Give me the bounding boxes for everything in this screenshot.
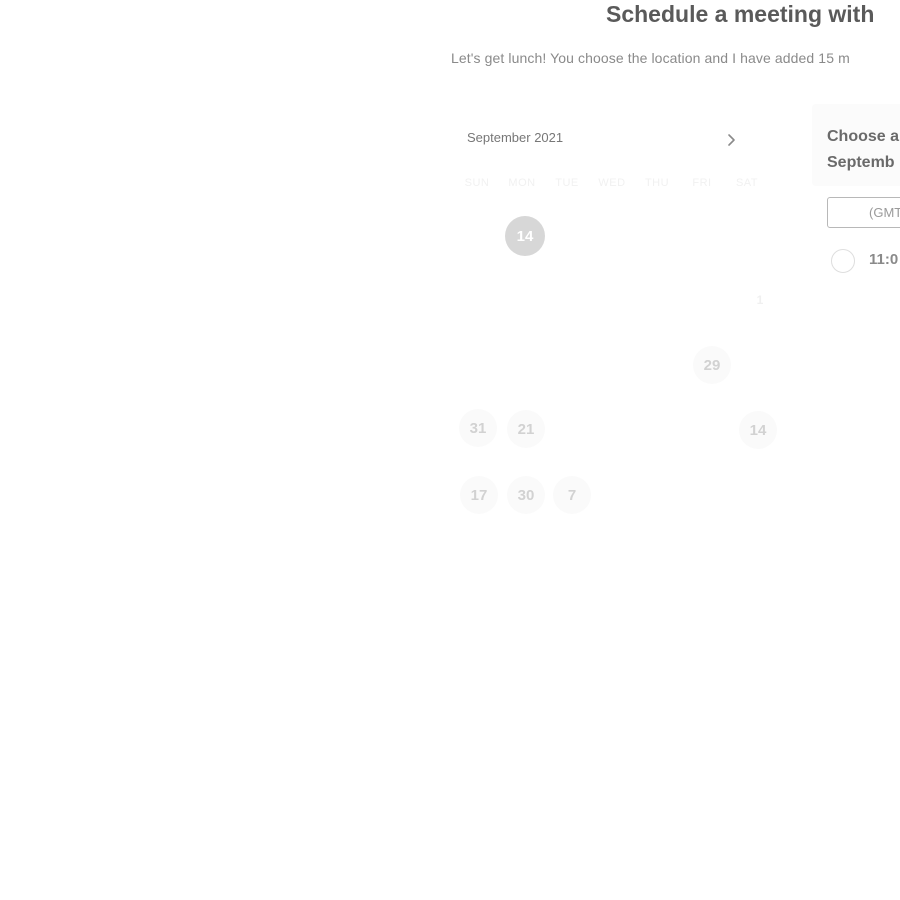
weekday-label: THU bbox=[644, 177, 670, 189]
page-subtitle: Let's get lunch! You choose the location… bbox=[451, 50, 850, 66]
weekday-label: SUN bbox=[464, 177, 490, 189]
calendar-day[interactable]: 7 bbox=[553, 476, 591, 514]
slots-heading-line: Choose a bbox=[827, 128, 900, 145]
weekday-header: SUN MON TUE WED THU FRI SAT bbox=[455, 177, 770, 193]
calendar-day[interactable]: 21 bbox=[507, 410, 545, 448]
calendar-day[interactable]: 17 bbox=[460, 476, 498, 514]
calendar-day[interactable]: 14 bbox=[739, 411, 777, 449]
chevron-right-icon bbox=[726, 133, 738, 152]
time-slot-radio[interactable] bbox=[831, 249, 855, 273]
page-title: Schedule a meeting with bbox=[606, 1, 875, 27]
weekday-label: FRI bbox=[692, 177, 712, 189]
calendar-month-label: September 2021 bbox=[467, 130, 564, 145]
slots-heading-date: Septemb bbox=[827, 154, 895, 171]
slots-heading: Choose a Septemb bbox=[827, 124, 899, 176]
weekday-label: WED bbox=[598, 177, 626, 189]
weekday-label: SAT bbox=[735, 177, 759, 189]
calendar-day[interactable]: 31 bbox=[459, 409, 497, 447]
next-month-button[interactable] bbox=[720, 130, 744, 154]
calendar-day-selected[interactable]: 14 bbox=[505, 216, 545, 256]
time-slot-label[interactable]: 11:0 bbox=[869, 251, 898, 268]
calendar: September 2021 SUN MON TUE WED THU FRI S… bbox=[455, 120, 785, 540]
timezone-select[interactable]: (GMT bbox=[827, 197, 900, 228]
weekday-label: MON bbox=[508, 177, 536, 189]
calendar-day-faint: 1 bbox=[756, 293, 764, 307]
weekday-label: TUE bbox=[555, 177, 579, 189]
calendar-day[interactable]: 30 bbox=[507, 476, 545, 514]
calendar-day[interactable]: 29 bbox=[693, 346, 731, 384]
scheduler-page: Schedule a meeting with Let's get lunch!… bbox=[0, 0, 900, 900]
